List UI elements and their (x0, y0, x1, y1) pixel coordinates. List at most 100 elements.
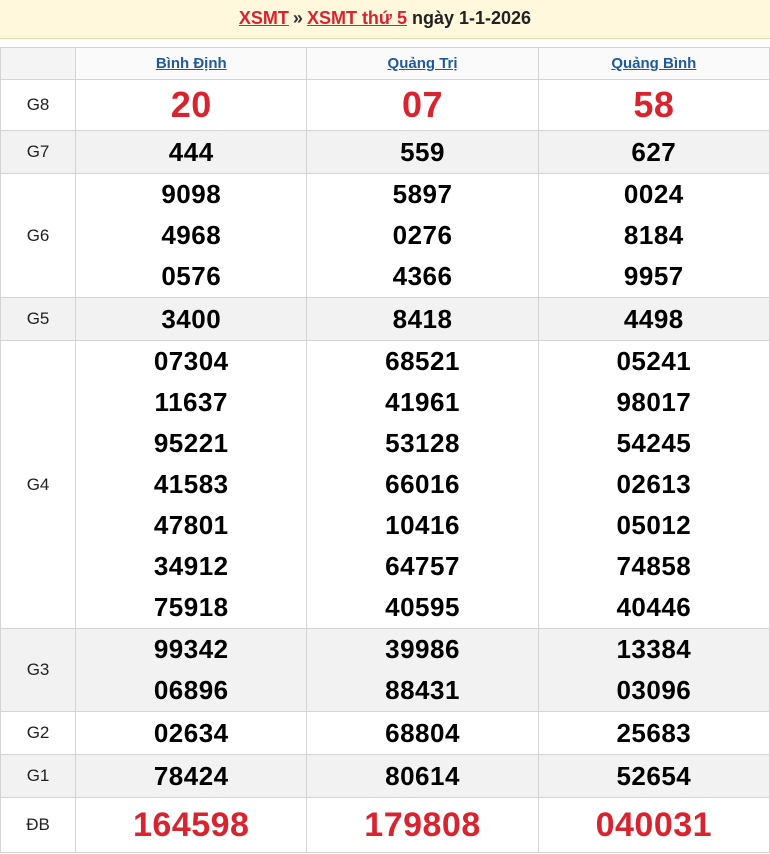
prize-row-special: ĐB 164598 179808 040031 (0, 797, 770, 853)
breadcrumb-separator: » (292, 8, 303, 28)
prize-row-g3: G3 99342 06896 39986 88431 13384 03096 (0, 628, 770, 712)
prize-number: 64757 (385, 551, 460, 581)
prize-number: 68804 (385, 717, 460, 748)
results-header: XSMT» XSMT thứ 5 ngày 1-1-2026 (0, 0, 770, 39)
prize-cell: 07304 11637 95221 41583 47801 34912 7591… (75, 340, 308, 629)
prize-cell: 164598 (75, 797, 308, 853)
prize-number: 627 (631, 136, 677, 167)
header-spacer (0, 39, 770, 47)
prize-number: 4498 (623, 303, 684, 334)
prize-cell: 99342 06896 (75, 628, 308, 712)
prize-row-g1: G1 78424 80614 52654 (0, 754, 770, 798)
prize-cell: 0024 8184 9957 (537, 173, 770, 298)
prize-number: 52654 (616, 760, 692, 791)
prize-number: 41961 (385, 387, 460, 417)
prize-number: 9957 (623, 261, 684, 291)
prize-cell: 68804 (306, 711, 539, 755)
prize-row-g2: G2 02634 68804 25683 (0, 711, 770, 755)
prize-number: 07 (402, 84, 444, 125)
prize-label: ĐB (0, 797, 77, 853)
special-prize-number: 040031 (595, 806, 713, 844)
province-header-row: Bình Định Quảng Trị Quảng Bình (0, 47, 770, 80)
results-body: G8 20 07 58 G7 444 559 627 G6 9098 4968 … (0, 79, 770, 853)
prize-cell: 02634 (75, 711, 308, 755)
prize-number: 41583 (153, 469, 229, 499)
prize-cell: 5897 0276 4366 (306, 173, 539, 298)
prize-number: 75918 (153, 592, 229, 622)
prize-cell: 68521 41961 53128 66016 10416 64757 4059… (306, 340, 539, 629)
prize-cell: 78424 (75, 754, 308, 798)
prize-number: 0576 (161, 261, 222, 291)
prize-number: 4968 (161, 220, 222, 250)
prize-number: 66016 (385, 469, 460, 499)
prize-number: 06896 (153, 675, 229, 705)
prize-label: G4 (0, 340, 77, 629)
prize-cell: 8418 (306, 297, 539, 341)
prize-number: 02613 (616, 469, 692, 499)
province-header: Quảng Bình (537, 47, 770, 80)
prize-number: 98017 (616, 387, 692, 417)
province-header: Quảng Trị (306, 47, 539, 80)
prize-number: 8418 (392, 303, 453, 334)
prize-row-g6: G6 9098 4968 0576 5897 0276 4366 0024 81… (0, 173, 770, 298)
prize-cell: 05241 98017 54245 02613 05012 74858 4044… (537, 340, 770, 629)
prize-number: 80614 (385, 760, 460, 791)
prize-number: 03096 (616, 675, 692, 705)
prize-cell: 07 (306, 79, 539, 131)
prize-number: 9098 (161, 179, 222, 209)
prize-number: 78424 (153, 760, 229, 791)
prize-cell: 20 (75, 79, 308, 131)
prize-number: 34912 (153, 551, 229, 581)
prize-cell: 040031 (537, 797, 770, 853)
prize-cell: 559 (306, 130, 539, 174)
prize-cell: 4498 (537, 297, 770, 341)
prize-label: G1 (0, 754, 77, 798)
prize-number: 0024 (623, 179, 684, 209)
province-link-quang-tri[interactable]: Quảng Trị (388, 55, 458, 72)
results-table: Bình Định Quảng Trị Quảng Bình G8 20 07 … (0, 47, 770, 853)
prize-cell: 13384 03096 (537, 628, 770, 712)
prize-number: 10416 (385, 510, 460, 540)
prize-cell: 444 (75, 130, 308, 174)
province-header: Bình Định (75, 47, 308, 80)
prize-label: G7 (0, 130, 77, 174)
xsmt-thu5-link[interactable]: XSMT thứ 5 (307, 8, 407, 28)
prize-cell: 39986 88431 (306, 628, 539, 712)
prize-cell: 9098 4968 0576 (75, 173, 308, 298)
prize-number: 444 (168, 136, 214, 167)
prize-number: 58 (633, 84, 675, 125)
prize-row-g7: G7 444 559 627 (0, 130, 770, 174)
prize-number: 88431 (385, 675, 460, 705)
prize-number: 07304 (153, 346, 229, 376)
prize-row-g4: G4 07304 11637 95221 41583 47801 34912 7… (0, 340, 770, 629)
prize-number: 68521 (385, 346, 460, 376)
prize-label: G3 (0, 628, 77, 712)
prize-number: 8184 (623, 220, 684, 250)
xsmt-link[interactable]: XSMT (239, 8, 289, 28)
prize-number: 54245 (616, 428, 692, 458)
prize-number: 47801 (153, 510, 229, 540)
prize-number: 53128 (385, 428, 460, 458)
prize-cell: 52654 (537, 754, 770, 798)
draw-date: ngày 1-1-2026 (412, 8, 532, 28)
prize-row-g5: G5 3400 8418 4498 (0, 297, 770, 341)
special-prize-number: 179808 (364, 806, 481, 844)
prize-number: 05241 (616, 346, 692, 376)
prize-number: 40595 (385, 592, 460, 622)
province-link-quang-binh[interactable]: Quảng Bình (611, 55, 696, 72)
prize-cell: 627 (537, 130, 770, 174)
prize-number: 13384 (616, 634, 692, 664)
prize-number: 559 (400, 136, 445, 167)
prize-number: 95221 (153, 428, 229, 458)
prize-number: 99342 (153, 634, 229, 664)
province-link-binh-dinh[interactable]: Bình Định (156, 55, 227, 72)
prize-number: 3400 (161, 303, 222, 334)
prize-number: 39986 (385, 634, 460, 664)
prize-number: 40446 (616, 592, 692, 622)
prize-number: 5897 (392, 179, 453, 209)
prize-number: 11637 (154, 387, 228, 417)
prize-row-g8: G8 20 07 58 (0, 79, 770, 131)
prize-number: 20 (170, 84, 212, 125)
prize-cell: 80614 (306, 754, 539, 798)
prize-number: 02634 (153, 717, 229, 748)
